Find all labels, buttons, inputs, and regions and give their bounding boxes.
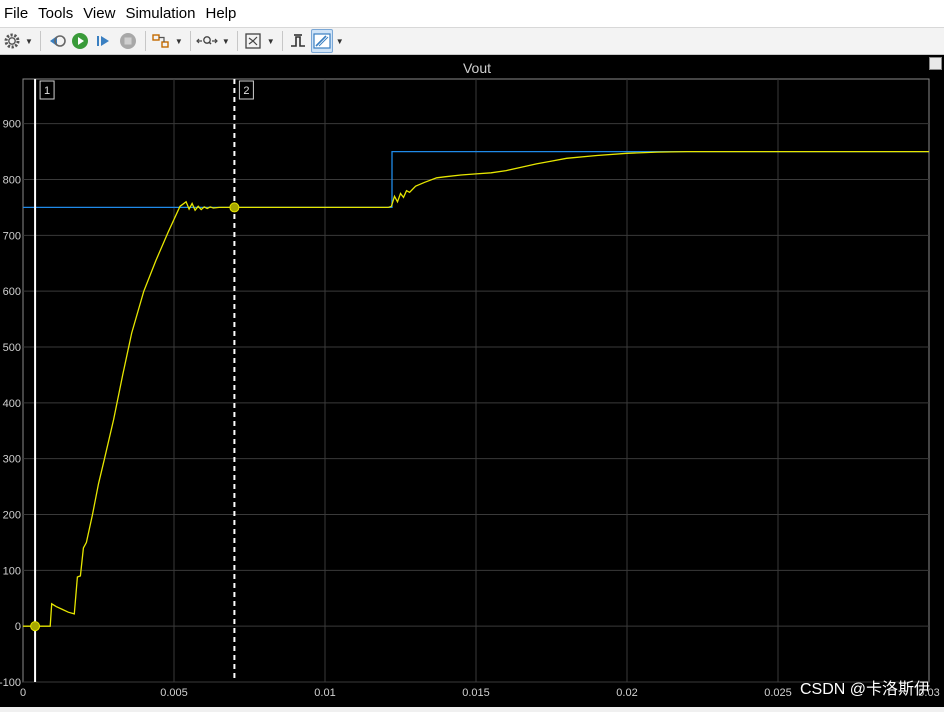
menu-tools[interactable]: Tools — [33, 0, 78, 27]
grid-lines — [22, 78, 930, 683]
y-tick-label: -100 — [0, 677, 21, 689]
cursor-measurements-button[interactable] — [310, 29, 333, 53]
triggers-icon — [290, 34, 305, 47]
run-icon — [71, 33, 88, 49]
autoscale-dropdown-chevron-icon[interactable]: ▼ — [267, 37, 275, 46]
cursor-measurements-icon — [313, 33, 331, 49]
toolbar: ▼ ▼ ▼ ▼ ▼ — [0, 27, 944, 55]
stop-button[interactable] — [117, 29, 139, 53]
highlight-block-button[interactable] — [150, 29, 172, 53]
y-tick-label: 500 — [3, 342, 21, 354]
plot-title: Vout — [463, 60, 491, 76]
settings-button[interactable] — [2, 29, 22, 53]
autoscale-icon — [245, 33, 261, 49]
axis-tick-labels: 0 0.005 0.01 0.015 0.02 0.025 0.03-10001002003… — [0, 119, 940, 699]
toolbar-separator — [236, 31, 238, 51]
zoom-dropdown-chevron-icon[interactable]: ▼ — [222, 37, 230, 46]
autoscale-button[interactable] — [242, 29, 264, 53]
menu-file[interactable]: File — [0, 0, 33, 27]
menu-simulation[interactable]: Simulation — [120, 0, 200, 27]
toolbar-separator — [281, 31, 283, 51]
x-tick-label: 0.005 — [160, 687, 188, 699]
scope-display: Vout 0 0.005 0.01 0.015 0.02 0.025 0.03 -100 0 10… — [0, 55, 944, 707]
run-button[interactable] — [69, 29, 91, 53]
y-tick-label: 200 — [3, 510, 21, 522]
step-back-button[interactable] — [45, 29, 67, 53]
cursor-dropdown-chevron-icon[interactable]: ▼ — [336, 37, 344, 46]
menu-help[interactable]: Help — [201, 0, 242, 27]
stop-icon — [119, 33, 136, 49]
y-tick-label: 900 — [3, 119, 21, 131]
settings-dropdown-chevron-icon[interactable]: ▼ — [25, 37, 33, 46]
y-tick-label: 800 — [3, 175, 21, 187]
menu-view[interactable]: View — [78, 0, 120, 27]
cursor-label-1: 1 — [44, 85, 50, 97]
step-back-icon — [49, 35, 66, 47]
y-tick-label: 400 — [3, 398, 21, 410]
y-tick-label: 700 — [3, 230, 21, 242]
cursor-marker-2[interactable] — [229, 202, 240, 213]
y-tick-label: 300 — [3, 454, 21, 466]
step-forward-icon — [96, 36, 109, 46]
settings-gear-icon — [4, 33, 20, 49]
zoom-icon — [195, 36, 218, 45]
watermark-text: CSDN @卡洛斯伊 — [799, 681, 930, 698]
zoom-button[interactable] — [195, 29, 219, 53]
step-forward-button[interactable] — [93, 29, 115, 53]
y-tick-label: 600 — [3, 286, 21, 298]
measurement-cursors[interactable]: 12 — [30, 79, 254, 682]
cursor-label-2: 2 — [243, 85, 249, 97]
toolbar-separator — [39, 31, 41, 51]
y-tick-label: 0 — [15, 621, 21, 633]
x-tick-label: 0.01 — [314, 687, 335, 699]
highlight-dropdown-chevron-icon[interactable]: ▼ — [175, 37, 183, 46]
undock-icon[interactable] — [929, 57, 942, 70]
toolbar-separator — [144, 31, 146, 51]
y-tick-label: 100 — [3, 565, 21, 577]
cursor-marker-1[interactable] — [30, 621, 41, 632]
x-tick-label: 0.025 — [764, 687, 792, 699]
scope-plot[interactable]: Vout 0 0.005 0.01 0.015 0.02 0.025 0.03-100010… — [0, 55, 944, 707]
x-tick-label: 0.015 — [462, 687, 490, 699]
toolbar-separator — [189, 31, 191, 51]
menu-bar: File Tools View Simulation Help — [0, 0, 944, 27]
triggers-button[interactable] — [287, 29, 309, 53]
x-tick-label: 0.02 — [616, 687, 637, 699]
highlight-block-icon — [152, 34, 169, 48]
